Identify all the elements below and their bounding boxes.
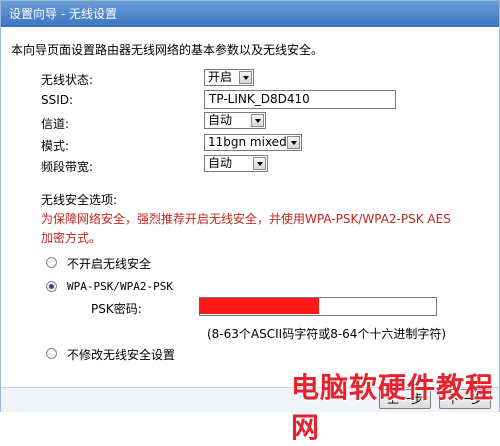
- option-keep-security-label: 不修改无线安全设置: [67, 348, 176, 362]
- channel-label: 信道:: [41, 117, 70, 131]
- option-no-security-label: 不开启无线安全: [67, 257, 152, 271]
- option-wpa-psk-label: WPA-PSK/WPA2-PSK: [67, 280, 173, 293]
- bandwidth-select-value: 自动: [208, 156, 233, 170]
- redacted-password-mark: [199, 298, 319, 314]
- psk-label: PSK密码:: [91, 302, 142, 316]
- window-title: 设置向导 - 无线设置: [1, 1, 499, 27]
- channel-select-value: 自动: [208, 113, 233, 127]
- bandwidth-label: 频段带宽:: [41, 160, 94, 174]
- ssid-input[interactable]: TP-LINK_D8D410: [204, 90, 396, 109]
- channel-select[interactable]: 自动: [204, 112, 266, 129]
- wizard-window: 设置向导 - 无线设置 本向导页面设置路由器无线网络的基本参数以及无线安全。 无…: [0, 0, 500, 444]
- security-heading: 无线安全选项:: [41, 193, 118, 207]
- chevron-down-icon[interactable]: [253, 157, 266, 170]
- mode-select[interactable]: 11bgn mixed: [204, 134, 302, 151]
- radio-keep-security[interactable]: [46, 348, 57, 359]
- psk-hint: (8-63个ASCII码字符或8-64个十六进制字符): [207, 327, 447, 341]
- chevron-down-icon[interactable]: [287, 136, 300, 149]
- chevron-down-icon[interactable]: [239, 71, 252, 84]
- bandwidth-select[interactable]: 自动: [204, 155, 268, 172]
- security-warning: 为保障网络安全，强烈推荐开启无线安全，并使用WPA-PSK/WPA2-PSK A…: [41, 212, 451, 245]
- ssid-label: SSID:: [41, 93, 74, 107]
- status-select-value: 开启: [208, 70, 233, 84]
- mode-select-value: 11bgn mixed: [208, 135, 287, 149]
- mode-label: 模式:: [41, 139, 70, 153]
- status-select[interactable]: 开启: [204, 69, 254, 86]
- radio-no-security[interactable]: [46, 257, 57, 268]
- intro-text: 本向导页面设置路由器无线网络的基本参数以及无线安全。: [11, 43, 324, 57]
- status-label: 无线状态:: [41, 73, 94, 87]
- chevron-down-icon[interactable]: [251, 114, 264, 127]
- radio-wpa-psk[interactable]: [46, 281, 57, 292]
- site-watermark: 电脑软硬件教程网: [291, 371, 495, 444]
